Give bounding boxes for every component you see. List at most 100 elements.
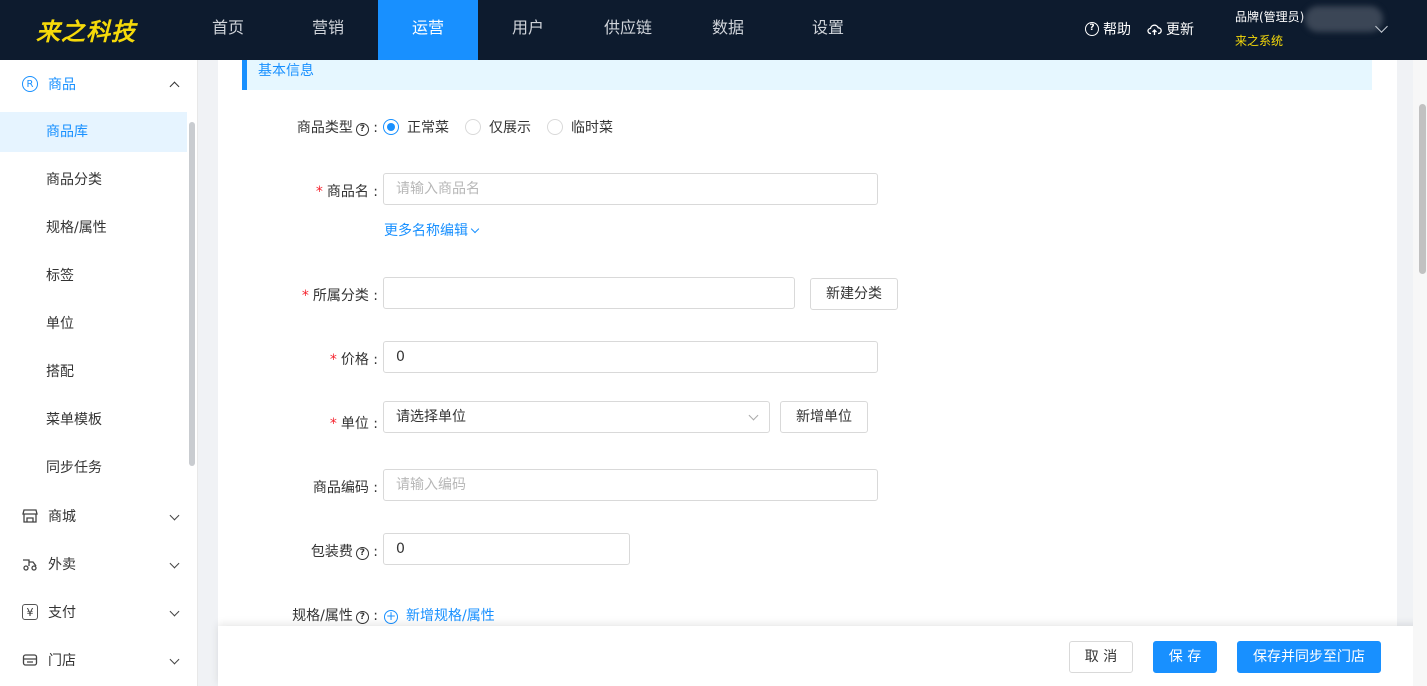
radio-unchecked-icon <box>547 119 563 135</box>
add-spec-link-text: 新增规格/属性 <box>406 608 495 624</box>
avatar[interactable] <box>1305 6 1383 32</box>
product-code-input[interactable]: 请输入编码 <box>383 469 878 501</box>
question-icon[interactable]: ? <box>355 123 369 136</box>
required-mark: * <box>329 416 337 432</box>
update-link[interactable]: 更新 <box>1147 19 1194 39</box>
product-name-input[interactable]: 请输入商品名 <box>383 173 878 205</box>
category-select[interactable] <box>383 277 795 309</box>
radio-display-only[interactable]: 仅展示 <box>465 117 531 137</box>
radio-temporary-dish[interactable]: 临时菜 <box>547 117 613 137</box>
chevron-down-icon <box>169 654 180 665</box>
sidebar-group-label: 外卖 <box>48 557 76 573</box>
chevron-down-icon <box>169 558 180 569</box>
required-mark: * <box>315 184 323 200</box>
product-name-label-text: 商品名 <box>326 184 369 200</box>
goods-icon: R <box>22 76 38 92</box>
radio-unchecked-icon <box>465 119 481 135</box>
product-name-label: * 商品名 : <box>315 184 378 200</box>
sidebar: R 商品 商品库 商品分类 规格/属性 标签 单位 搭配 菜单模板 同步任务 商… <box>0 60 198 686</box>
brand-role: 品牌(管理员) <box>1235 10 1305 24</box>
nav-data[interactable]: 数据 <box>678 0 778 60</box>
add-spec-link[interactable]: + 新增规格/属性 <box>384 605 495 625</box>
yen-icon: ¥ <box>22 604 38 620</box>
sidebar-item-sync-tasks[interactable]: 同步任务 <box>0 448 187 488</box>
help-link[interactable]: ? 帮助 <box>1085 19 1131 39</box>
nav-operations[interactable]: 运营 <box>378 0 478 60</box>
chevron-down-icon <box>169 606 180 617</box>
nav-supply-chain[interactable]: 供应链 <box>578 0 678 60</box>
sidebar-group-delivery[interactable]: 外卖 <box>0 540 198 588</box>
shop-icon <box>22 508 38 524</box>
help-label: 帮助 <box>1103 22 1131 38</box>
category-label: * 所属分类 : <box>301 288 378 304</box>
sidebar-group-label: 支付 <box>48 605 76 621</box>
packing-fee-label: 包装费? : <box>310 544 378 560</box>
question-icon[interactable]: ? <box>355 547 369 560</box>
sidebar-scrollbar[interactable] <box>189 122 195 466</box>
sidebar-group-goods[interactable]: R 商品 <box>0 60 198 108</box>
chevron-down-icon <box>748 410 759 421</box>
unit-label-text: 单位 <box>340 416 369 432</box>
sidebar-group-label: 门店 <box>48 653 76 669</box>
packing-fee-label-text: 包装费 <box>310 544 353 560</box>
radio-normal-dish[interactable]: 正常菜 <box>383 117 449 137</box>
nav-home[interactable]: 首页 <box>178 0 278 60</box>
packing-fee-input[interactable]: 0 <box>383 533 630 565</box>
price-label: * 价格 : <box>329 352 378 368</box>
chevron-down-icon <box>470 224 480 234</box>
new-category-button[interactable]: 新建分类 <box>810 278 898 310</box>
main-nav: 首页 营销 运营 用户 供应链 数据 设置 <box>178 0 878 60</box>
sidebar-group-label: 商品 <box>48 77 76 93</box>
cloud-update-icon <box>1147 24 1162 35</box>
sidebar-item-goods-library[interactable]: 商品库 <box>0 112 187 152</box>
sidebar-item-tags[interactable]: 标签 <box>0 256 187 296</box>
more-names-link-text: 更多名称编辑 <box>384 223 468 239</box>
footer-actions: 取 消 保 存 保存并同步至门店 <box>218 626 1427 686</box>
spec-label-text: 规格/属性 <box>292 608 353 624</box>
sidebar-group-payment[interactable]: ¥ 支付 <box>0 588 198 636</box>
sidebar-item-combos[interactable]: 搭配 <box>0 352 187 392</box>
radio-checked-icon <box>383 119 399 135</box>
unit-select[interactable]: 请选择单位 <box>383 401 770 433</box>
product-code-label-text: 商品编码 <box>312 480 369 496</box>
store-icon <box>22 652 38 668</box>
product-type-label-text: 商品类型 <box>296 120 353 136</box>
sidebar-item-goods-category[interactable]: 商品分类 <box>0 160 187 200</box>
save-and-sync-button[interactable]: 保存并同步至门店 <box>1237 641 1381 673</box>
new-unit-button[interactable]: 新增单位 <box>780 401 868 433</box>
price-input[interactable]: 0 <box>383 341 878 373</box>
nav-settings[interactable]: 设置 <box>778 0 878 60</box>
page-scrollbar-thumb[interactable] <box>1419 104 1426 274</box>
main-content: 基本信息 商品类型? : 正常菜 仅展示 临时菜 * 商品名 : 请输入商品名 更… <box>218 60 1397 686</box>
radio-label: 仅展示 <box>489 120 531 136</box>
cancel-button[interactable]: 取 消 <box>1069 641 1133 673</box>
section-header: 基本信息 <box>242 60 1372 90</box>
more-names-link[interactable]: 更多名称编辑 <box>384 220 480 240</box>
unit-label: * 单位 : <box>329 416 378 432</box>
brand-logo[interactable]: 来之科技 <box>36 12 136 47</box>
sidebar-group-store[interactable]: 门店 <box>0 636 198 684</box>
save-button[interactable]: 保 存 <box>1153 641 1217 673</box>
nav-users[interactable]: 用户 <box>478 0 578 60</box>
chevron-up-icon <box>169 81 180 92</box>
delivery-icon <box>22 556 38 572</box>
price-label-text: 价格 <box>340 352 369 368</box>
sidebar-item-menu-template[interactable]: 菜单模板 <box>0 400 187 440</box>
category-label-text: 所属分类 <box>312 288 369 304</box>
sidebar-item-spec-attribute[interactable]: 规格/属性 <box>0 208 187 248</box>
radio-label: 正常菜 <box>407 120 449 136</box>
nav-marketing[interactable]: 营销 <box>278 0 378 60</box>
required-mark: * <box>301 288 309 304</box>
sidebar-item-units[interactable]: 单位 <box>0 304 187 344</box>
help-icon: ? <box>1085 22 1099 36</box>
sidebar-group-mall[interactable]: 商城 <box>0 492 198 540</box>
spec-label: 规格/属性? : <box>292 608 378 624</box>
update-label: 更新 <box>1166 22 1194 38</box>
question-icon[interactable]: ? <box>355 611 369 624</box>
sidebar-group-label: 商城 <box>48 509 76 525</box>
top-navbar: 来之科技 首页 营销 运营 用户 供应链 数据 设置 ? 帮助 更新 品牌(管理… <box>0 0 1427 60</box>
product-code-label: 商品编码 : <box>312 480 378 496</box>
required-mark: * <box>329 352 337 368</box>
product-type-label: 商品类型? : <box>296 120 378 136</box>
product-type-radio-group: 正常菜 仅展示 临时菜 <box>383 117 629 137</box>
